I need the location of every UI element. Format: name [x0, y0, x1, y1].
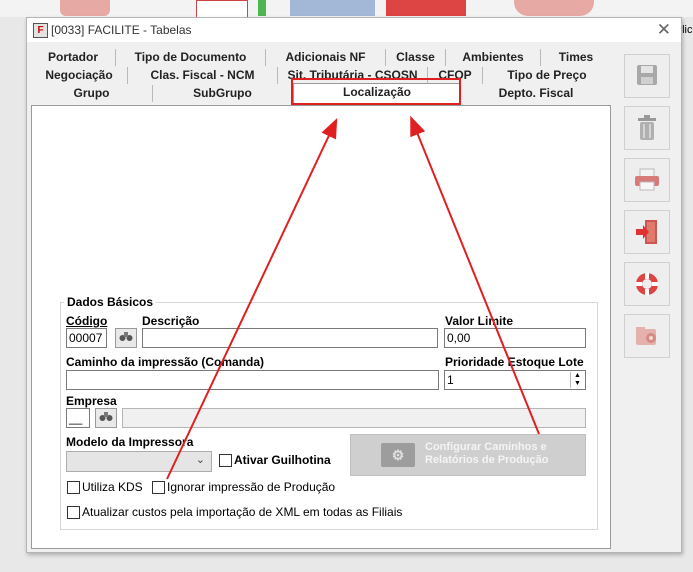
tab-content-panel: Dados Básicos Código 00007 Descrição Val…: [31, 105, 611, 549]
prioridade-value: 1: [447, 373, 454, 387]
descricao-label: Descrição: [142, 314, 200, 328]
gear-icon: ⚙: [381, 443, 415, 467]
tab-classe[interactable]: Classe: [386, 49, 446, 66]
codigo-field[interactable]: 00007: [66, 328, 107, 348]
valor-limite-label: Valor Limite: [445, 314, 514, 328]
background-icon: [60, 0, 110, 16]
settings-icon: [634, 327, 660, 350]
empresa-search-button[interactable]: [95, 408, 117, 428]
tab-depto-fiscal[interactable]: Depto. Fiscal: [461, 85, 611, 102]
binoculars-icon: [119, 331, 133, 345]
modelo-impressora-label: Modelo da Impressora: [66, 435, 194, 449]
help-lifebuoy-icon: [634, 273, 660, 300]
valor-limite-field[interactable]: 0,00: [444, 328, 586, 348]
descricao-field[interactable]: [142, 328, 438, 348]
utiliza-kds-checkbox[interactable]: [67, 481, 80, 494]
save-icon: [635, 65, 659, 90]
window-title: [0033] FACILITE - Tabelas: [51, 23, 192, 37]
modelo-impressora-select[interactable]: ⌄: [66, 451, 212, 472]
atualizar-custos-label: Atualizar custos pela importação de XML …: [82, 505, 403, 519]
close-icon[interactable]: ✕: [657, 20, 671, 40]
app-icon: F: [33, 23, 48, 38]
configurar-caminhos-button[interactable]: ⚙ Configurar Caminhos e Relatórios de Pr…: [350, 434, 586, 476]
tab-tipo-de-preco[interactable]: Tipo de Preço: [483, 67, 611, 84]
exit-button[interactable]: [624, 210, 670, 254]
trash-icon: [635, 115, 659, 144]
title-bar: F [0033] FACILITE - Tabelas ✕: [27, 18, 681, 42]
prioridade-estoque-label: Prioridade Estoque Lote: [445, 355, 584, 369]
spin-buttons[interactable]: ▲ ▼: [570, 372, 584, 388]
background-icon: [196, 0, 248, 18]
chevron-down-icon: ⌄: [195, 454, 205, 466]
caminho-impressao-field[interactable]: [66, 370, 439, 390]
print-button[interactable]: [624, 158, 670, 202]
exit-icon: [635, 220, 659, 248]
codigo-search-button[interactable]: [115, 328, 137, 348]
prioridade-estoque-field[interactable]: 1 ▲ ▼: [444, 370, 586, 390]
tab-adicionais-nf[interactable]: Adicionais NF: [266, 49, 386, 66]
configurar-label-line1: Configurar Caminhos e: [425, 441, 547, 453]
configurar-caminhos-label: Configurar Caminhos e Relatórios de Prod…: [425, 441, 548, 467]
atualizar-custos-checkbox[interactable]: [67, 506, 80, 519]
utiliza-kds-label: Utiliza KDS: [82, 480, 143, 494]
delete-button[interactable]: [624, 106, 670, 150]
codigo-label: Código: [66, 314, 108, 328]
tab-grupo[interactable]: Grupo: [31, 85, 153, 102]
background-window-strip: [0, 0, 693, 18]
empresa-label: Empresa: [66, 394, 117, 408]
tab-clas-fiscal-ncm[interactable]: Clas. Fiscal - NCM: [128, 67, 278, 84]
ignorar-impressao-checkbox[interactable]: [152, 481, 165, 494]
help-button[interactable]: [624, 262, 670, 306]
highlight-box: [291, 78, 461, 105]
tab-row-1: Portador Tipo de Documento Adicionais NF…: [31, 49, 611, 66]
tab-subgrupo[interactable]: SubGrupo: [153, 85, 293, 102]
save-button[interactable]: [624, 54, 670, 98]
settings-button[interactable]: [624, 314, 670, 358]
background-icon: [258, 0, 266, 16]
tab-ambientes[interactable]: Ambientes: [446, 49, 541, 66]
tab-times[interactable]: Times: [541, 49, 611, 66]
ignorar-impressao-label: Ignorar impressão de Produção: [167, 480, 336, 494]
binoculars-icon: [99, 411, 113, 425]
configurar-label-line2: Relatórios de Produção: [425, 454, 549, 466]
printer-icon: [634, 168, 660, 194]
empresa-name-field: [122, 408, 586, 428]
ativar-guilhotina-checkbox[interactable]: [219, 454, 232, 467]
tab-portador[interactable]: Portador: [31, 49, 116, 66]
background-icon: [514, 0, 594, 16]
background-icon: [386, 0, 466, 16]
group-title: Dados Básicos: [64, 295, 157, 309]
caminho-impressao-label: Caminho da impressão (Comanda): [66, 355, 265, 369]
empresa-code-field[interactable]: __: [66, 408, 90, 428]
tab-negociacao[interactable]: Negociação: [31, 67, 128, 84]
background-icon: [290, 0, 375, 16]
tab-tipo-de-documento[interactable]: Tipo de Documento: [116, 49, 266, 66]
ativar-guilhotina-label: Ativar Guilhotina: [234, 453, 331, 467]
